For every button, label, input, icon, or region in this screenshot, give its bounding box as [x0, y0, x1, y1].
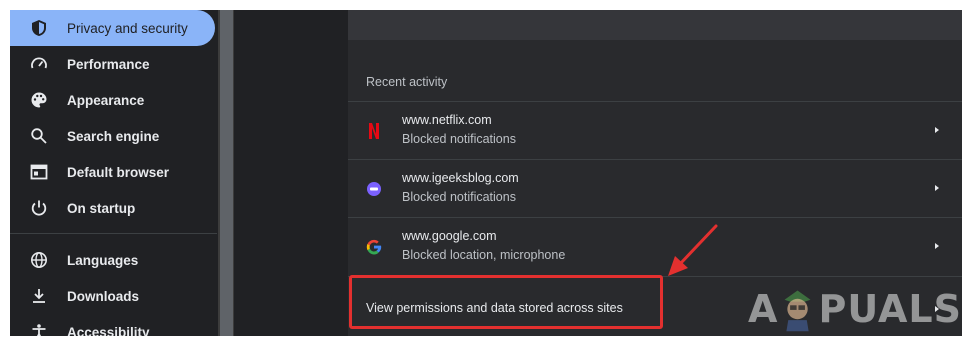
globe-icon: [30, 251, 48, 269]
watermark-text: PUALS: [818, 287, 962, 331]
watermark-letter: A: [748, 287, 778, 331]
annotation-highlight-box: [349, 275, 663, 329]
sidebar-item-label: On startup: [67, 200, 136, 216]
site-status: Blocked notifications: [402, 190, 516, 204]
row-divider: [348, 101, 962, 102]
sidebar-item-label: Privacy and security: [67, 20, 188, 36]
row-divider: [348, 159, 962, 160]
shield-outline-icon: [908, 10, 936, 18]
sidebar-item-label: Search engine: [67, 128, 160, 144]
sidebar-item-privacy-and-security[interactable]: Privacy and security: [10, 10, 215, 46]
sidebar-item-label: Default browser: [67, 164, 170, 180]
site-name: www.netflix.com: [402, 113, 492, 127]
site-status: Blocked location, microphone: [402, 248, 566, 262]
sidebar-item-accessibility[interactable]: Accessibility: [10, 314, 215, 336]
recent-activity-row-netflix[interactable]: www.netflix.com Blocked notifications: [348, 101, 962, 159]
recent-activity-row-google[interactable]: www.google.com Blocked location, microph…: [348, 217, 962, 275]
recent-activity-heading: Recent activity: [366, 75, 448, 89]
site-name: www.google.com: [402, 229, 497, 243]
sidebar-item-label: Downloads: [67, 288, 140, 304]
sidebar-scrollbar-thumb[interactable]: [220, 10, 233, 336]
speedometer-icon: [30, 55, 48, 73]
annotation-arrow-icon: [668, 224, 718, 276]
sidebar-item-label: Languages: [67, 252, 139, 268]
recent-activity-row-igeeksblog[interactable]: www.igeeksblog.com Blocked notifications: [348, 159, 962, 217]
igeeksblog-favicon: [366, 181, 382, 197]
sidebar-item-default-browser[interactable]: Default browser: [10, 154, 215, 190]
browser-window-icon: [30, 163, 48, 181]
settings-sidebar: Privacy and security Performance Appeara…: [10, 10, 218, 336]
power-icon: [30, 199, 48, 217]
chevron-right-icon: [935, 127, 939, 133]
sidebar-item-label: Performance: [67, 56, 150, 72]
google-favicon: [366, 239, 382, 255]
chevron-right-icon: [935, 185, 939, 191]
sidebar-item-search-engine[interactable]: Search engine: [10, 118, 215, 154]
palette-icon: [30, 91, 48, 109]
chevron-right-icon: [935, 243, 939, 249]
sidebar-divider: [10, 233, 217, 234]
site-name: www.igeeksblog.com: [402, 171, 519, 185]
sidebar-item-appearance[interactable]: Appearance: [10, 82, 215, 118]
sidebar-item-label: Appearance: [67, 92, 145, 108]
site-status: Blocked notifications: [402, 132, 516, 146]
card-header-strip: [348, 10, 962, 40]
sidebar-item-languages[interactable]: Languages: [10, 242, 215, 278]
sidebar-item-on-startup[interactable]: On startup: [10, 190, 215, 226]
sidebar-item-performance[interactable]: Performance: [10, 46, 215, 82]
sidebar-item-downloads[interactable]: Downloads: [10, 278, 215, 314]
appuals-watermark: A PUALS: [748, 282, 962, 336]
search-icon: [30, 127, 48, 145]
row-divider: [348, 217, 962, 218]
mascot-icon: [784, 290, 811, 332]
netflix-favicon: [366, 123, 382, 139]
download-icon: [30, 287, 48, 305]
sidebar-item-label: Accessibility: [67, 324, 150, 337]
accessibility-icon: [30, 323, 48, 336]
shield-icon: [30, 19, 48, 37]
